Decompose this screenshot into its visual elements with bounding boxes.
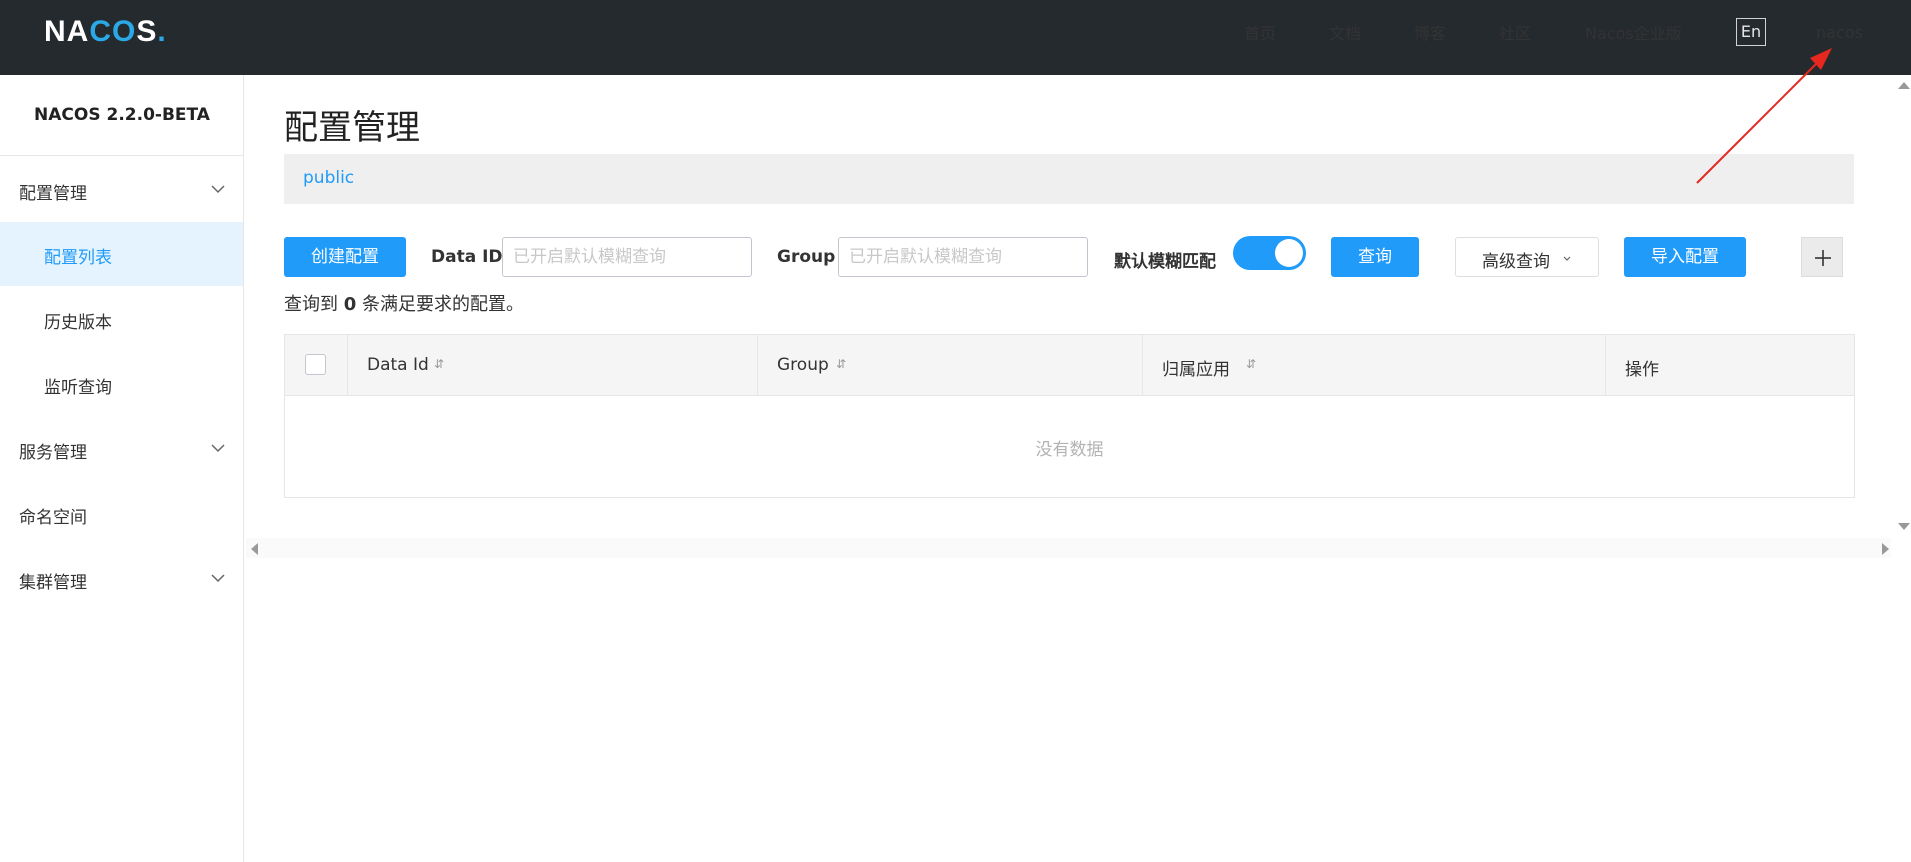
- advanced-query-button[interactable]: 高级查询: [1455, 237, 1599, 277]
- column-header-ops: 操作: [1606, 335, 1854, 395]
- expand-button[interactable]: [1801, 237, 1843, 277]
- column-header-group[interactable]: Group ⇵: [758, 335, 1143, 395]
- data-id-input[interactable]: [502, 237, 752, 277]
- scroll-right-arrow-icon[interactable]: [1882, 543, 1889, 555]
- create-config-button[interactable]: 创建配置: [284, 237, 406, 277]
- fuzzy-match-toggle[interactable]: [1233, 236, 1306, 270]
- sidebar-item-history[interactable]: 历史版本: [0, 287, 243, 351]
- fuzzy-match-label: 默认模糊匹配: [1114, 252, 1216, 272]
- result-suffix: 条满足要求的配置。: [362, 294, 524, 315]
- page-title: 配置管理: [284, 108, 420, 148]
- column-label: 操作: [1625, 360, 1659, 380]
- version-label: NACOS 2.2.0-BETA: [0, 75, 244, 156]
- plus-icon: [1815, 250, 1831, 266]
- scroll-left-arrow-icon[interactable]: [251, 543, 258, 555]
- sort-icon[interactable]: ⇵: [836, 357, 846, 371]
- sidebar-item-namespace[interactable]: 命名空间: [0, 482, 243, 546]
- config-table: Data Id ⇵ Group ⇵ 归属应用 ⇵ 操作 没有数据: [284, 334, 1855, 498]
- nav-community[interactable]: 社区: [1499, 0, 1531, 64]
- scroll-up-arrow-icon[interactable]: [1898, 82, 1910, 89]
- nacos-logo[interactable]: NACOS.: [44, 14, 167, 50]
- select-all-cell: [285, 335, 348, 395]
- chevron-down-icon: [211, 185, 225, 194]
- column-label: Group: [777, 355, 829, 375]
- column-header-data-id[interactable]: Data Id ⇵: [348, 335, 758, 395]
- sidebar-item-label: 集群管理: [19, 573, 87, 593]
- advanced-query-label: 高级查询: [1482, 252, 1550, 272]
- sidebar: NACOS 2.2.0-BETA 配置管理 配置列表 历史版本 监听查询 服务管…: [0, 75, 244, 862]
- chevron-down-icon: [211, 574, 225, 583]
- result-count: 0: [343, 294, 357, 315]
- select-all-checkbox[interactable]: [305, 354, 326, 375]
- sidebar-item-label: 历史版本: [44, 313, 112, 333]
- namespace-bar: public: [284, 154, 1854, 204]
- chevron-down-icon: [1563, 256, 1571, 261]
- sort-icon[interactable]: ⇵: [1246, 357, 1256, 371]
- result-summary: 查询到 0 条满足要求的配置。: [284, 290, 524, 316]
- sidebar-item-label: 配置列表: [44, 248, 112, 268]
- scroll-down-arrow-icon[interactable]: [1898, 523, 1910, 530]
- sidebar-item-label: 配置管理: [19, 184, 87, 204]
- group-label: Group: [777, 247, 836, 267]
- sort-icon[interactable]: ⇵: [434, 357, 444, 371]
- import-config-button[interactable]: 导入配置: [1624, 237, 1746, 277]
- sidebar-item-cluster-management[interactable]: 集群管理: [0, 547, 243, 611]
- language-toggle-button[interactable]: En: [1736, 18, 1766, 46]
- namespace-link[interactable]: public: [303, 168, 354, 188]
- result-prefix: 查询到: [284, 294, 338, 315]
- chevron-down-icon: [211, 444, 225, 453]
- query-button[interactable]: 查询: [1331, 237, 1419, 277]
- nav-home[interactable]: 首页: [1244, 0, 1276, 64]
- nav-enterprise[interactable]: Nacos企业版: [1585, 0, 1682, 64]
- column-label: 归属应用: [1162, 360, 1230, 380]
- nav-blog[interactable]: 博客: [1414, 0, 1446, 64]
- horizontal-scrollbar[interactable]: [246, 538, 1891, 558]
- toggle-knob: [1275, 239, 1303, 267]
- group-input[interactable]: [838, 237, 1088, 277]
- sidebar-item-label: 监听查询: [44, 378, 112, 398]
- empty-state: 没有数据: [1035, 440, 1104, 460]
- sidebar-item-service-management[interactable]: 服务管理: [0, 417, 243, 481]
- sidebar-item-label: 服务管理: [19, 443, 87, 463]
- sidebar-item-config-list[interactable]: 配置列表: [0, 222, 243, 286]
- sidebar-item-label: 命名空间: [19, 508, 87, 528]
- column-header-app[interactable]: 归属应用 ⇵: [1143, 335, 1606, 395]
- user-menu[interactable]: nacos: [1816, 0, 1863, 64]
- nav-docs[interactable]: 文档: [1329, 0, 1361, 64]
- column-label: Data Id: [367, 355, 429, 375]
- sidebar-item-config-management[interactable]: 配置管理: [0, 158, 243, 222]
- sidebar-item-listener-query[interactable]: 监听查询: [0, 352, 243, 416]
- data-id-label: Data ID: [431, 247, 503, 267]
- top-navbar: NACOS. 首页 文档 博客 社区 Nacos企业版 En nacos: [0, 0, 1911, 75]
- table-header: Data Id ⇵ Group ⇵ 归属应用 ⇵ 操作: [285, 335, 1854, 396]
